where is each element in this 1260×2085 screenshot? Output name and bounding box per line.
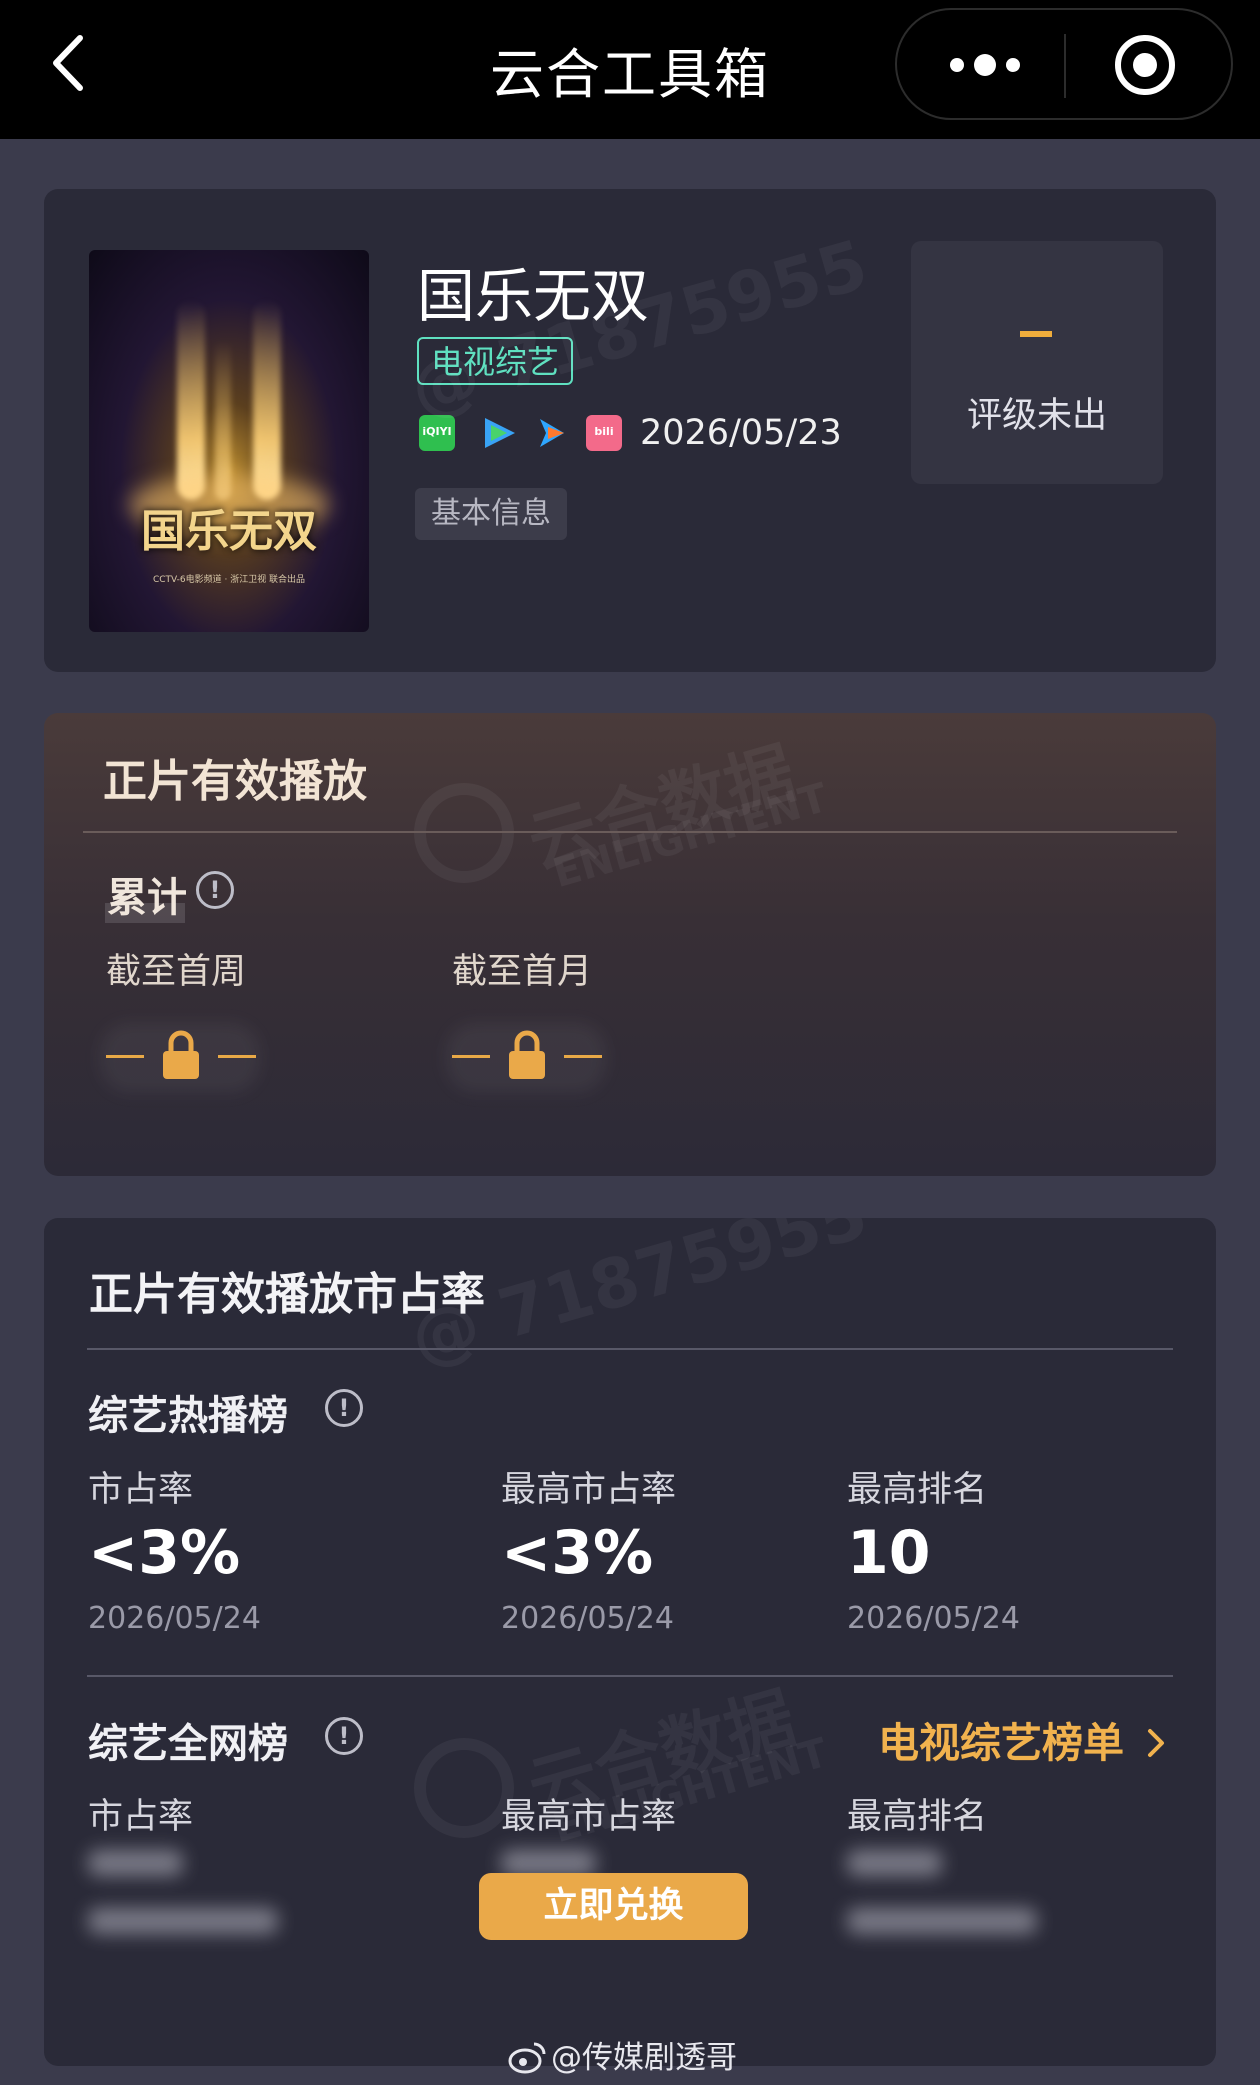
section-title: 正片有效播放市占率 xyxy=(89,1269,485,1320)
chevron-right-icon xyxy=(1148,1729,1165,1757)
hidden-value xyxy=(847,1850,942,1876)
column-label: 最高市占率 xyxy=(501,1470,677,1510)
column-label: 最高排名 xyxy=(847,1797,988,1837)
tv-variety-chart-link[interactable]: 电视综艺榜单 xyxy=(878,1709,1168,1769)
value-date: 2026/05/24 xyxy=(847,1601,1020,1636)
source-credit: @传媒剧透哥 xyxy=(507,2032,737,2077)
peak-market-share-value: <3% xyxy=(501,1518,654,1588)
rating-label: 评级未出 xyxy=(966,396,1107,436)
capsule-divider xyxy=(1064,34,1066,98)
locked-metric[interactable] xyxy=(100,1023,260,1093)
show-title: 国乐无双 xyxy=(417,262,650,330)
divider xyxy=(87,1675,1173,1677)
column-label: 市占率 xyxy=(88,1470,194,1510)
effective-play-card: 云合数据 ENLIGHTENT 正片有效播放 累计 ! 截至首周 截至首月 xyxy=(44,713,1216,1176)
show-poster[interactable]: 国乐无双 CCTV-6电影频道 · 浙江卫视 联合出品 xyxy=(89,250,369,632)
rating-value xyxy=(1020,331,1052,337)
basic-info-button[interactable]: 基本信息 xyxy=(415,488,567,540)
tencent-video-icon xyxy=(479,415,515,451)
market-share-value: <3% xyxy=(88,1518,241,1588)
more-button[interactable] xyxy=(937,40,1037,90)
release-date: 2026/05/23 xyxy=(640,413,842,453)
dash-line xyxy=(452,1055,490,1058)
lock-icon xyxy=(509,1030,545,1079)
watermark: ENLIGHTENT xyxy=(548,774,833,898)
divider xyxy=(87,1348,1173,1350)
weibo-icon xyxy=(508,2042,546,2074)
value-date: 2026/05/24 xyxy=(501,1601,674,1636)
credit-text: @传媒剧透哥 xyxy=(551,2040,737,2076)
redeem-now-button[interactable]: 立即兑换 xyxy=(479,1873,748,1940)
divider xyxy=(83,831,1177,833)
metric-label: 截至首周 xyxy=(106,952,247,992)
hidden-value xyxy=(88,1850,183,1876)
iqiyi-icon: iQIYI xyxy=(419,415,455,451)
info-icon[interactable]: ! xyxy=(325,1717,363,1755)
poster-subtitle: CCTV-6电影频道 · 浙江卫视 联合出品 xyxy=(152,575,306,585)
mini-program-capsule xyxy=(895,8,1233,120)
peak-rank-value: 10 xyxy=(847,1518,931,1588)
rating-box: 评级未出 xyxy=(911,241,1163,484)
dash-line xyxy=(564,1055,602,1058)
bilibili-icon: bili xyxy=(586,415,622,451)
watermark-logo xyxy=(414,783,514,883)
close-miniprogram-button[interactable] xyxy=(1112,32,1178,98)
lock-icon xyxy=(163,1030,199,1079)
more-dots-icon xyxy=(950,54,1020,76)
metric-label: 截至首月 xyxy=(452,952,593,992)
top-navigation-bar: 云合工具箱 xyxy=(0,0,1260,139)
cumulative-label: 累计 xyxy=(107,875,187,921)
hot-chart-title: 综艺热播榜 xyxy=(88,1393,288,1439)
dash-line xyxy=(106,1055,144,1058)
network-chart-title: 综艺全网榜 xyxy=(88,1721,288,1767)
hidden-date xyxy=(88,1908,278,1934)
section-title: 正片有效播放 xyxy=(103,756,367,807)
column-label: 市占率 xyxy=(88,1797,194,1837)
info-icon[interactable]: ! xyxy=(196,871,234,909)
hidden-date xyxy=(847,1908,1037,1934)
link-label: 电视综艺榜单 xyxy=(878,1719,1124,1767)
poster-title: 国乐无双 xyxy=(141,506,317,557)
show-info-card: 国乐无双 CCTV-6电影频道 · 浙江卫视 联合出品 国乐无双 电视综艺 iQ… xyxy=(44,189,1216,672)
dash-line xyxy=(218,1055,256,1058)
target-circle-icon xyxy=(1115,35,1175,95)
youku-icon xyxy=(534,415,570,451)
market-share-card: @ 71875955 云合数据 ENLIGHTENT 正片有效播放市占率 综艺热… xyxy=(44,1218,1216,2066)
value-date: 2026/05/24 xyxy=(88,1601,261,1636)
watermark-logo xyxy=(414,1738,514,1838)
genre-tag: 电视综艺 xyxy=(417,337,574,385)
column-label: 最高排名 xyxy=(847,1470,988,1510)
info-icon[interactable]: ! xyxy=(325,1389,363,1427)
poster-light-beam xyxy=(177,300,205,500)
watermark: 云合数据 xyxy=(520,733,804,885)
locked-metric[interactable] xyxy=(446,1023,606,1093)
poster-light-beam xyxy=(253,300,281,500)
column-label: 最高市占率 xyxy=(501,1797,677,1837)
